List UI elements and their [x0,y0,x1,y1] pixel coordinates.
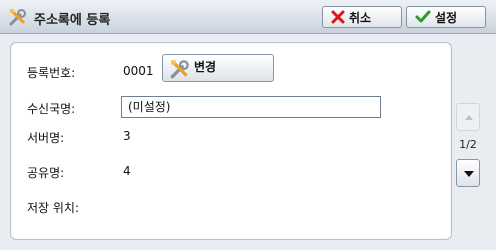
receiver-label: 수신국명: [27,102,76,116]
change-button-label: 변경 [194,60,217,74]
scroll-up-button[interactable] [456,103,480,131]
cancel-button[interactable]: 취소 [322,6,402,28]
form-panel: 등록번호: 0001 변경 수신국명: (미설정) 서버명: 3 공유명: 4 … [10,42,452,240]
close-icon [331,10,345,24]
arrow-up-icon [465,115,473,120]
cancel-button-label: 취소 [349,10,372,25]
location-label: 저장 위치: [27,201,80,215]
tools-icon [8,7,28,27]
receiver-field[interactable]: (미설정) [121,96,381,118]
check-icon [415,10,431,23]
page-title: 주소록에 등록 [34,13,111,28]
scroll-down-button[interactable] [456,159,480,187]
server-value: 3 [123,129,131,143]
reg-number-value: 0001 [123,64,154,78]
share-value: 4 [123,164,131,178]
set-button[interactable]: 설정 [406,6,486,28]
title-bar: 주소록에 등록 취소 설정 [0,0,496,34]
arrow-down-icon [464,171,474,177]
change-button[interactable]: 변경 [162,54,274,82]
tools-icon [170,60,189,79]
server-label: 서버명: [27,131,65,145]
share-label: 공유명: [27,166,65,180]
reg-number-label: 등록번호: [27,66,76,80]
page-indicator: 1/2 [459,138,477,151]
set-button-label: 설정 [435,10,458,25]
